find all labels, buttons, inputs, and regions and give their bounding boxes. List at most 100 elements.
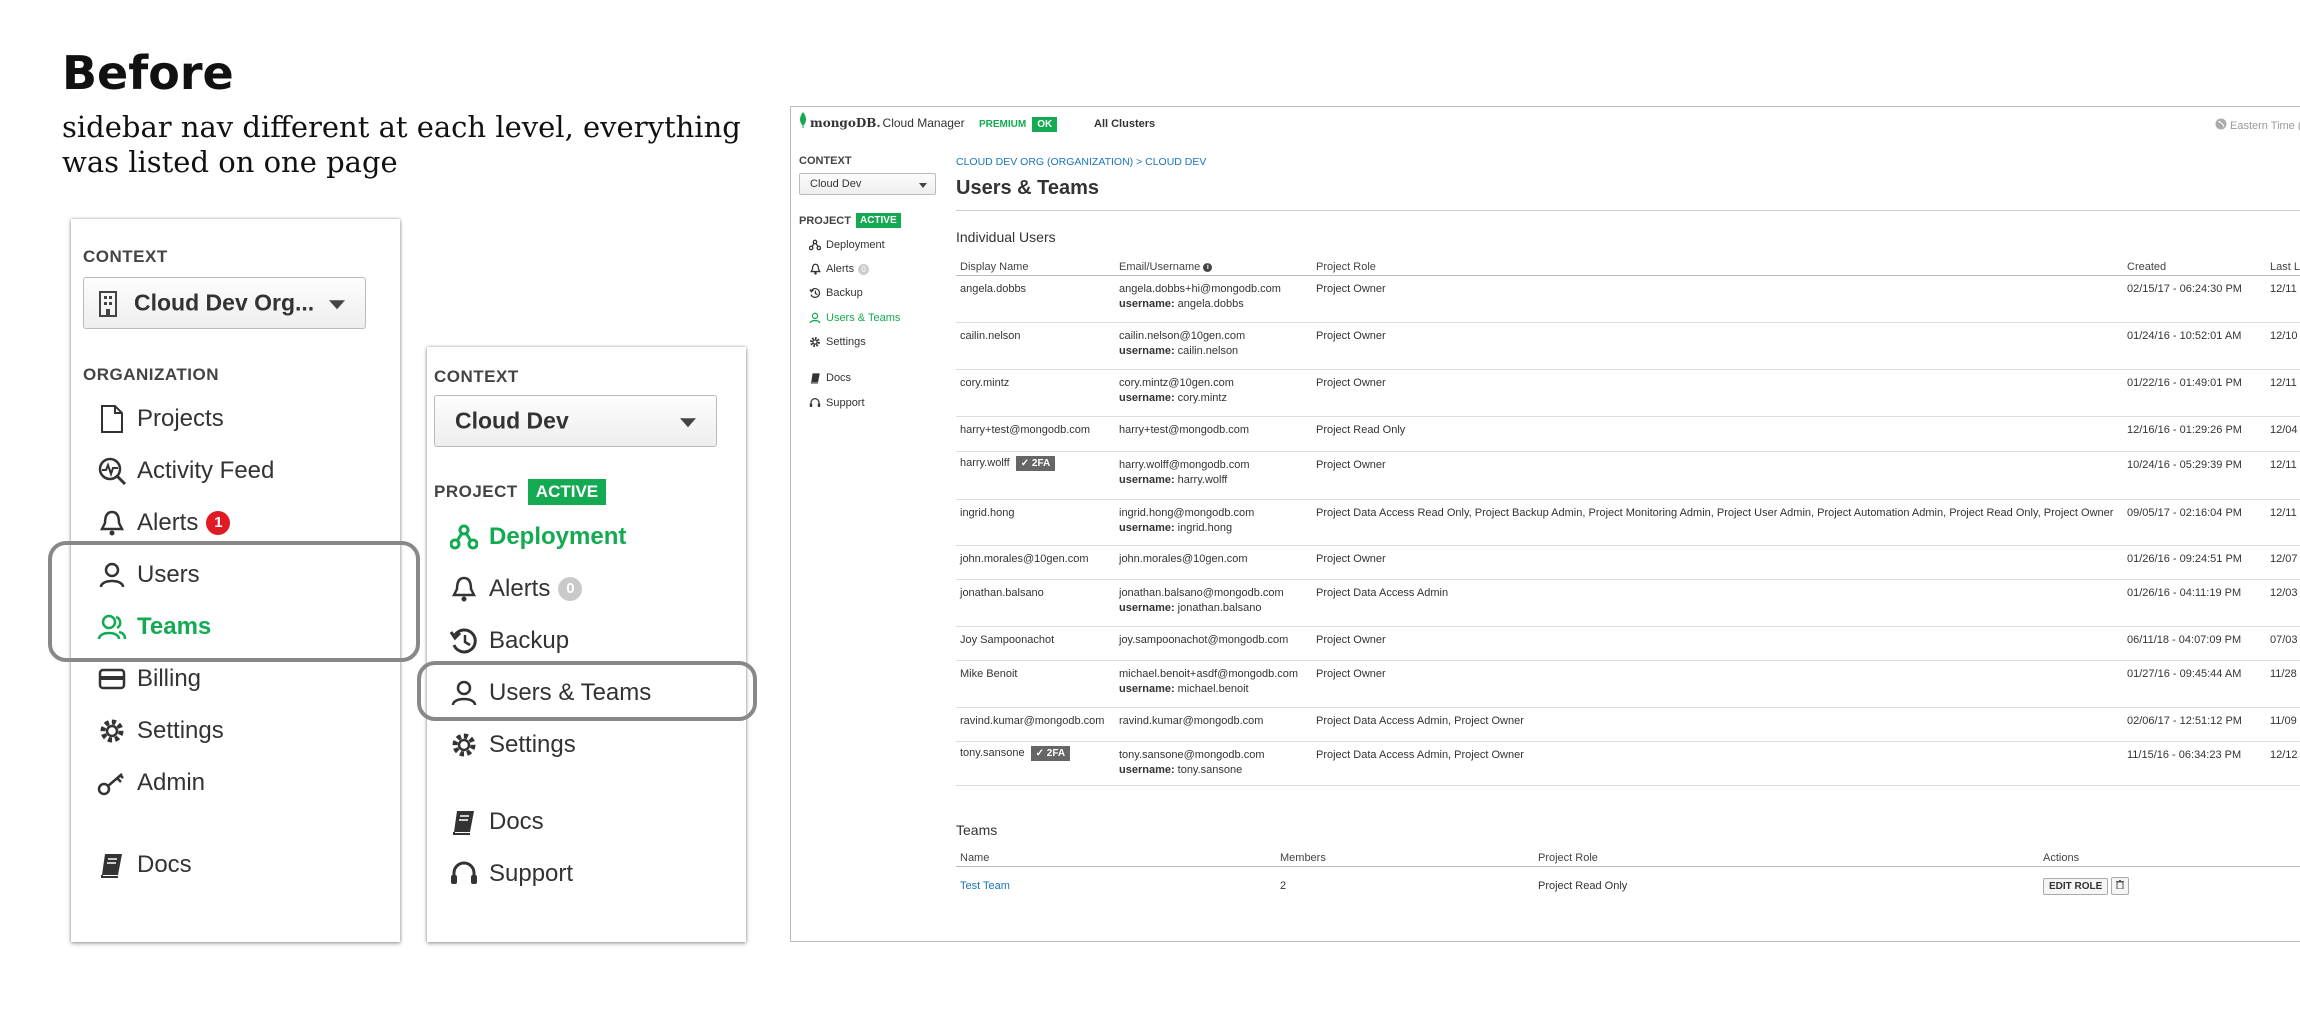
user-last-login: 12/03	[2270, 587, 2298, 599]
nav-alerts[interactable]: Alerts 0	[449, 569, 583, 609]
delete-button[interactable]	[2111, 877, 2130, 895]
user-role: Project Owner	[1316, 553, 1386, 565]
teams-section-title: Teams	[956, 822, 998, 838]
row-divider	[956, 322, 2300, 323]
nav-backup[interactable]: Backup	[449, 621, 569, 661]
user-created: 02/15/17 - 06:24:30 PM	[2127, 283, 2242, 295]
building-icon	[98, 291, 118, 323]
nav-settings[interactable]: Settings	[97, 711, 224, 751]
user-email: angela.dobbs+hi@mongodb.com	[1119, 283, 1281, 295]
project-header: PROJECT ACTIVE	[799, 213, 901, 228]
nav-activity-feed[interactable]: Activity Feed	[97, 451, 274, 491]
deployment-icon	[449, 522, 479, 552]
col-members[interactable]: Members	[1280, 852, 1326, 864]
users-section-title: Individual Users	[956, 229, 1056, 245]
nav-label: Docs	[489, 808, 544, 835]
user-email: cailin.nelson@10gen.com	[1119, 330, 1246, 342]
app-logo[interactable]: mongoDB. Cloud Manager	[799, 112, 965, 133]
backup-icon	[808, 286, 822, 300]
context-label: CONTEXT	[799, 155, 852, 167]
nav-admin[interactable]: Admin	[97, 763, 205, 803]
nav-projects[interactable]: Projects	[97, 399, 224, 439]
highlight-users-teams	[48, 541, 420, 662]
nav-deployment[interactable]: Deployment	[808, 237, 885, 253]
username-value: harry.wolff	[1177, 474, 1228, 486]
context-select[interactable]: Cloud Dev	[434, 395, 717, 447]
user-display-name: angela.dobbs	[960, 283, 1026, 295]
alert-count-badge: 0	[558, 577, 583, 601]
username-value: jonathan.balsano	[1177, 602, 1262, 614]
nav-docs[interactable]: Docs	[97, 845, 192, 885]
user-email: harry+test@mongodb.com	[1119, 424, 1250, 436]
col-team-name[interactable]: Name	[960, 852, 989, 864]
username-prefix: username:	[1119, 298, 1175, 310]
nav-label: Deployment	[489, 523, 627, 550]
team-name-link[interactable]: Test Team	[960, 880, 1010, 892]
user-role: Project Owner	[1316, 283, 1386, 295]
col-display-name[interactable]: Display Name	[960, 261, 1028, 273]
support-icon	[808, 396, 822, 410]
user-display-name: Mike Benoit	[960, 668, 1017, 680]
nav-docs[interactable]: Docs	[808, 370, 851, 386]
chevron-down-icon	[919, 183, 927, 188]
user-last-login: 12/11	[2270, 377, 2297, 389]
display-name-text: ingrid.hong	[960, 507, 1015, 519]
row-divider	[956, 545, 2300, 546]
user-display-name: harry.wolff ✓ 2FA	[960, 456, 1056, 471]
nav-backup[interactable]: Backup	[808, 285, 863, 301]
timezone-display[interactable]: Eastern Time (	[2215, 117, 2300, 135]
col-last-login[interactable]: Last L	[2270, 261, 2300, 273]
nav-settings[interactable]: Settings	[808, 334, 866, 350]
user-role: Project Data Access Read Only, Project B…	[1316, 507, 2114, 519]
user-created: 01/24/16 - 10:52:01 AM	[2127, 330, 2242, 342]
nav-users-teams[interactable]: Users & Teams	[808, 310, 900, 326]
all-clusters-link[interactable]: All Clusters	[1094, 118, 1155, 130]
nav-alerts[interactable]: Alerts 1	[97, 503, 231, 543]
col-created[interactable]: Created	[2127, 261, 2166, 273]
username-value: michael.benoit	[1177, 683, 1249, 695]
col-email-username[interactable]: Email/Username i	[1119, 261, 1213, 273]
user-username: username: cory.mintz	[1119, 392, 1227, 404]
highlight-users-teams	[417, 661, 757, 721]
teams-header-divider	[956, 866, 2300, 867]
user-role: Project Owner	[1316, 459, 1386, 471]
user-role: Project Owner	[1316, 668, 1386, 680]
edit-role-button[interactable]: EDIT ROLE	[2043, 877, 2109, 895]
nav-support[interactable]: Support	[808, 395, 865, 411]
user-last-login: 11/09	[2270, 715, 2297, 727]
user-last-login: 12/10	[2270, 330, 2298, 342]
user-created: 12/16/16 - 01:29:26 PM	[2127, 424, 2242, 436]
gear-icon	[808, 335, 822, 349]
plan-indicator: PREMIUM OK	[979, 117, 1058, 132]
alert-count-badge: 1	[206, 511, 231, 535]
user-display-name: cory.mintz	[960, 377, 1009, 389]
context-select[interactable]: Cloud Dev	[799, 173, 936, 195]
row-divider	[956, 416, 2300, 417]
col-team-role[interactable]: Project Role	[1538, 852, 1598, 864]
col-actions: Actions	[2043, 852, 2080, 864]
user-role: Project Data Access Admin, Project Owner	[1316, 749, 1524, 761]
alert-count-badge: 0	[858, 263, 870, 275]
timezone-text: Eastern Time (	[2230, 120, 2300, 132]
display-name-text: angela.dobbs	[960, 283, 1027, 295]
nav-support[interactable]: Support	[449, 854, 573, 894]
bell-icon	[808, 262, 822, 276]
user-last-login: 12/07	[2270, 553, 2298, 565]
user-username: username: tony.sansone	[1119, 764, 1242, 776]
nav-docs[interactable]: Docs	[449, 802, 544, 842]
col-project-role[interactable]: Project Role	[1316, 261, 1376, 273]
user-email: jonathan.balsano@mongodb.com	[1119, 587, 1284, 599]
nav-alerts[interactable]: Alerts 0	[808, 261, 870, 277]
page-title: Users & Teams	[956, 177, 1100, 199]
nav-deployment[interactable]: Deployment	[449, 517, 626, 557]
nav-settings[interactable]: Settings	[449, 725, 576, 765]
display-name-text: tony.sansone	[960, 747, 1025, 759]
context-select[interactable]: Cloud Dev Org...	[83, 277, 366, 329]
breadcrumb[interactable]: CLOUD DEV ORG (ORGANIZATION) > CLOUD DEV	[956, 156, 1206, 168]
chevron-down-icon	[680, 418, 696, 428]
nav-billing[interactable]: Billing	[97, 659, 201, 699]
book-icon	[97, 850, 127, 880]
user-last-login: 12/11	[2270, 507, 2297, 519]
bell-icon	[97, 508, 127, 538]
support-icon	[449, 859, 479, 889]
